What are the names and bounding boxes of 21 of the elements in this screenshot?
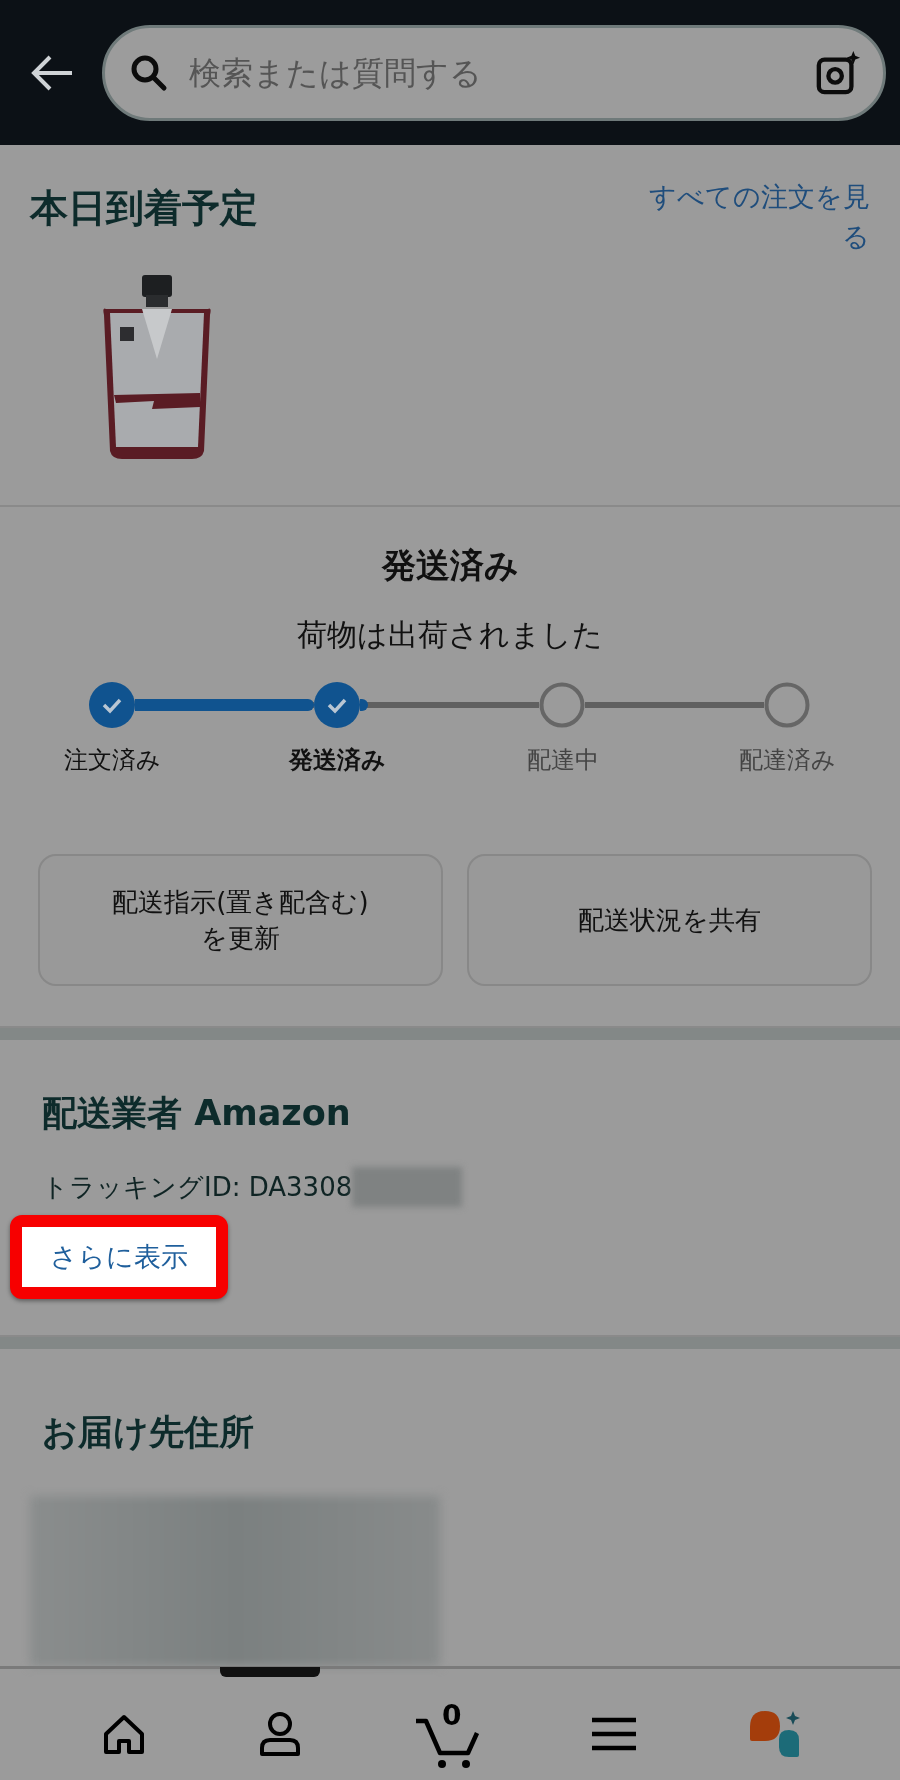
section-title: 本日到着予定 <box>30 185 258 232</box>
delivery-instructions-button[interactable]: 配送指示(置き配含む) を更新 <box>38 854 443 986</box>
search-field[interactable]: 検索または質問する <box>102 24 886 121</box>
step-label: 配達中 <box>526 745 599 776</box>
tracking-id: トラッキングID: DA3308 <box>42 1170 353 1204</box>
share-status-button[interactable]: 配送状況を共有 <box>467 854 872 986</box>
status-title: 発送済み <box>380 544 520 587</box>
status-subtitle: 荷物は出荷されました <box>296 616 604 654</box>
menu-icon[interactable] <box>592 1715 636 1752</box>
step-label: 発送済み <box>289 745 386 776</box>
step-label: 注文済み <box>64 745 161 776</box>
show-more-link[interactable]: さらに表示 <box>10 1215 228 1299</box>
drag-handle[interactable] <box>220 1667 320 1677</box>
step-label: 配達済み <box>739 745 836 776</box>
person-icon[interactable] <box>258 1709 302 1758</box>
cart-count: 0 <box>442 1698 462 1732</box>
carrier-title: 配送業者 Amazon <box>42 1092 352 1135</box>
cart-button[interactable]: 0 <box>414 1698 480 1769</box>
address-title: お届け先住所 <box>42 1411 255 1454</box>
camera-icon[interactable] <box>815 49 861 96</box>
search-input[interactable]: 検索または質問する <box>187 52 797 93</box>
